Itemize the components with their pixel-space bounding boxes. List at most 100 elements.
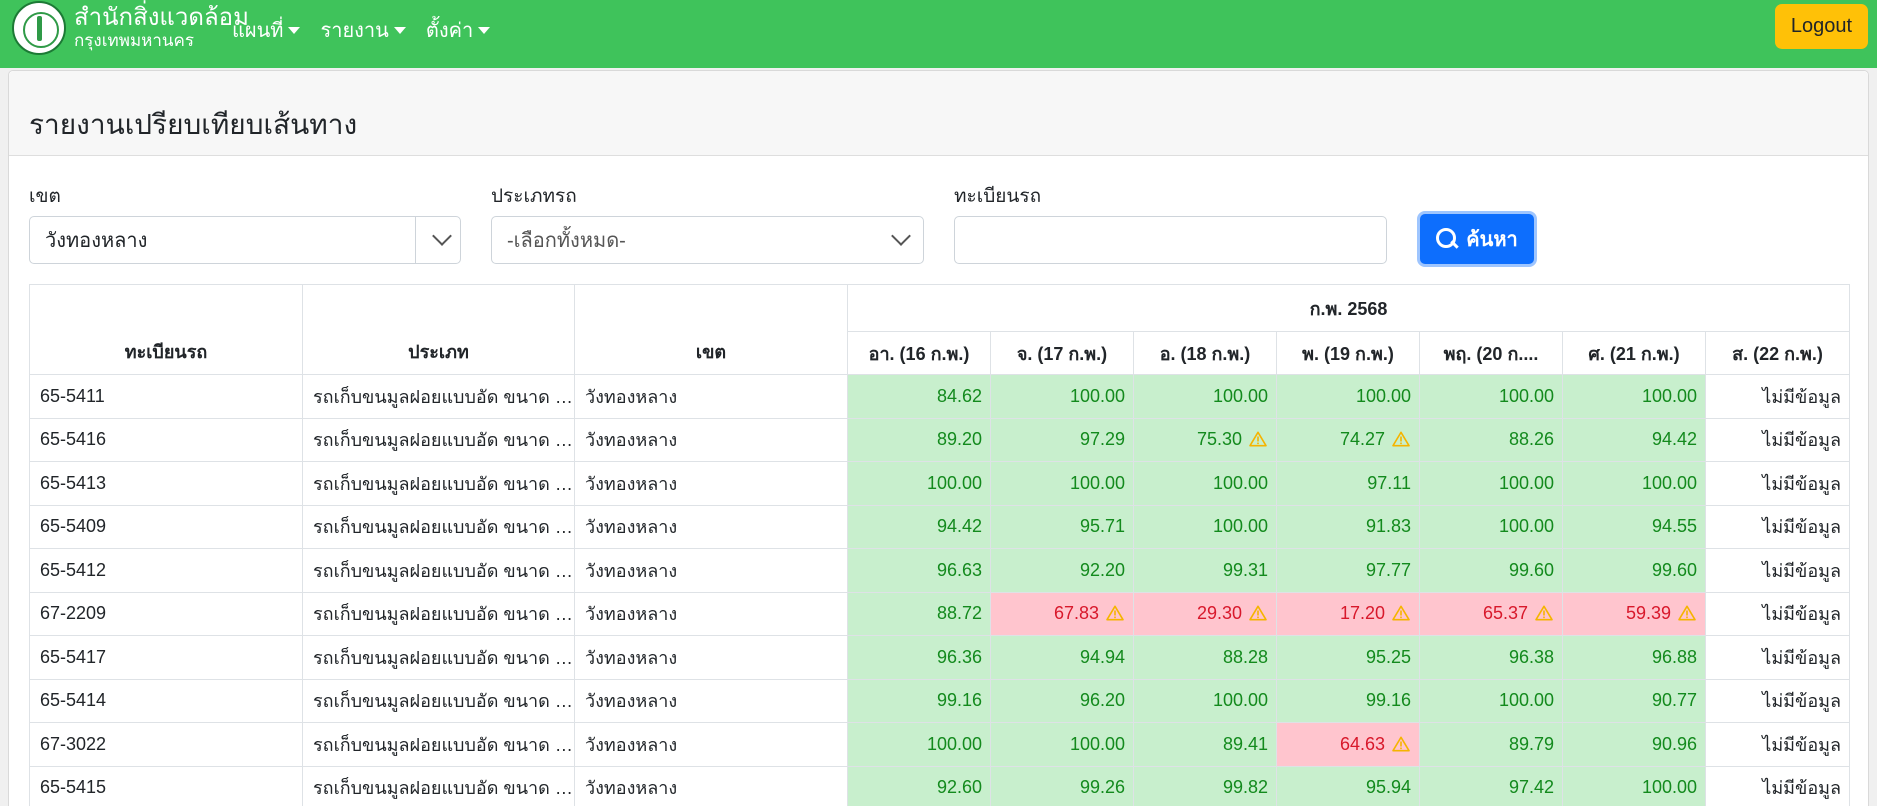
cell-day-value: ไม่มีข้อมูล [1704,678,1851,723]
card-header: รายงานเปรียบเทียบเส้นทาง [9,71,1868,156]
table-row[interactable]: 65-5414 รถเก็บขนมูลฝอยแบบอัด ขนาด 2 ตัน วั… [29,678,1851,723]
cell-type: รถเก็บขนมูลฝอยแบบอัด ขนาด 2 ตัน [302,765,575,806]
cell-type: รถเก็บขนมูลฝอยแบบอัด ขนาด 2 ตัน [302,374,575,419]
cell-plate: 65-5413 [29,461,303,506]
cell-day-value: 100.00 [1419,504,1563,549]
cell-value-text: 29.30 [1196,603,1242,624]
cell-day-value: 59.39 [1562,591,1706,636]
cell-value-text: 67.83 [1053,603,1099,624]
warning-triangle-icon [1392,431,1410,447]
table-row[interactable]: 65-5409 รถเก็บขนมูลฝอยแบบอัด ขนาด 2 ตัน วั… [29,504,1851,549]
table-row[interactable]: 67-3022 รถเก็บขนมูลฝอยแบบอัด ขนาด 2 ตัน วั… [29,722,1851,767]
plate-input[interactable] [954,216,1387,264]
header-day[interactable]: พฤ. (20 ก.... [1419,331,1563,375]
cell-day-value: 94.94 [990,635,1134,680]
cell-day-value: 64.63 [1276,722,1420,767]
cell-value-text: ไม่มีข้อมูล [1762,604,1842,625]
table-row[interactable]: 65-5416 รถเก็บขนมูลฝอยแบบอัด ขนาด 2 ตัน วั… [29,417,1851,462]
table-row[interactable]: 65-5411 รถเก็บขนมูลฝอยแบบอัด ขนาด 2 ตัน วั… [29,374,1851,419]
header-day[interactable]: อา. (16 ก.พ.) [847,331,991,375]
cell-plate: 65-5411 [29,374,303,419]
cell-value-text: ไม่มีข้อมูล [1762,778,1842,799]
search-button-label: ค้นหา [1466,229,1518,251]
warning-triangle-icon [1106,605,1124,621]
cell-value-text: 100.00 [1498,472,1554,493]
cell-value-text: 100.00 [1498,516,1554,537]
cell-value-text: 88.28 [1222,646,1268,667]
table-row[interactable]: 65-5412 รถเก็บขนมูลฝอยแบบอัด ขนาด 2 ตัน วั… [29,548,1851,593]
menu-reports-label: รายงาน [320,20,389,42]
header-day[interactable]: อ. (18 ก.พ.) [1133,331,1277,375]
cell-value-text: 96.63 [936,559,982,580]
cell-value-text: 74.27 [1339,429,1385,450]
cell-plate: 65-5414 [29,678,303,723]
header-day[interactable]: พ. (19 ก.พ.) [1276,331,1420,375]
top-navbar: สำนักสิ่งแวดล้อม กรุงเทพมหานคร แผนที่ รา… [0,0,1877,68]
cell-day-value: 100.00 [1419,678,1563,723]
cell-type: รถเก็บขนมูลฝอยแบบอัด ขนาด 2 ตัน [302,504,575,549]
cell-value-text: 90.77 [1651,690,1697,711]
header-day[interactable]: จ. (17 ก.พ.) [990,331,1134,375]
cell-value-text: 89.20 [936,429,982,450]
bma-logo [12,1,66,55]
cell-day-value: 96.20 [990,678,1134,723]
cell-day-value: ไม่มีข้อมูล [1704,548,1851,593]
table-body: 65-5411 รถเก็บขนมูลฝอยแบบอัด ขนาด 2 ตัน วั… [29,374,1851,806]
header-district[interactable]: เขต [574,284,848,375]
vehicle-type-select-value: -เลือกทั้งหมด- [507,230,626,252]
logout-button[interactable]: Logout [1775,4,1868,49]
district-select[interactable]: วังทองหลาง [29,216,461,264]
cell-day-value: 99.60 [1562,548,1706,593]
brand[interactable]: สำนักสิ่งแวดล้อม กรุงเทพมหานคร [12,0,249,56]
cell-district: วังทองหลาง [574,765,848,806]
cell-district: วังทองหลาง [574,591,848,636]
cell-value-text: 99.60 [1651,559,1697,580]
table-row[interactable]: 65-5417 รถเก็บขนมูลฝอยแบบอัด ขนาด 2 ตัน วั… [29,635,1851,680]
cell-value-text: 75.30 [1196,429,1242,450]
cell-day-value: 100.00 [847,461,991,506]
cell-district: วังทองหลาง [574,678,848,723]
cell-value-text: 92.20 [1079,559,1125,580]
cell-type: รถเก็บขนมูลฝอยแบบอัด ขนาด 2 ตัน [302,722,575,767]
cell-value-text: 88.72 [936,603,982,624]
cell-day-value: 96.88 [1562,635,1706,680]
header-plate[interactable]: ทะเบียนรถ [29,284,303,375]
header-day[interactable]: ส. (22 ก.พ.) [1704,331,1851,375]
header-day[interactable]: ศ. (21 ก.พ.) [1562,331,1706,375]
cell-value-text: 100.00 [1069,733,1125,754]
table-row[interactable]: 65-5413 รถเก็บขนมูลฝอยแบบอัด ขนาด 2 ตัน วั… [29,461,1851,506]
route-comparison-table: ทะเบียนรถ ประเภท เขต ก.พ. 2568 อา. (16 ก… [29,284,1851,806]
vehicle-type-select[interactable]: -เลือกทั้งหมด- [491,216,924,264]
cell-value-text: 97.29 [1079,429,1125,450]
header-type[interactable]: ประเภท [302,284,575,375]
cell-day-value: ไม่มีข้อมูล [1704,504,1851,549]
cell-district: วังทองหลาง [574,417,848,462]
menu-settings[interactable]: ตั้งค่า [426,14,491,46]
cell-value-text: 99.26 [1079,777,1125,798]
cell-value-text: 97.42 [1508,777,1554,798]
cell-value-text: 100.00 [926,733,982,754]
menu-map[interactable]: แผนที่ [232,14,301,46]
cell-day-value: 91.83 [1276,504,1420,549]
cell-day-value: 100.00 [1562,461,1706,506]
cell-day-value: 100.00 [1419,461,1563,506]
cell-day-value: 100.00 [1133,504,1277,549]
cell-value-text: 100.00 [1641,472,1697,493]
cell-day-value: 84.62 [847,374,991,419]
search-button[interactable]: ค้นหา [1417,211,1537,267]
table-row[interactable]: 65-5415 รถเก็บขนมูลฝอยแบบอัด ขนาด 2 ตัน วั… [29,765,1851,806]
cell-day-value: 65.37 [1419,591,1563,636]
brand-title: สำนักสิ่งแวดล้อม [74,4,249,32]
cell-value-text: ไม่มีข้อมูล [1762,473,1842,494]
cell-type: รถเก็บขนมูลฝอยแบบอัด ขนาด 2 ตัน [302,591,575,636]
cell-value-text: 89.41 [1222,733,1268,754]
cell-value-text: 99.31 [1222,559,1268,580]
cell-day-value: 100.00 [1276,374,1420,419]
cell-value-text: 99.82 [1222,777,1268,798]
table-row[interactable]: 67-2209 รถเก็บขนมูลฝอยแบบอัด ขนาด 2 ตัน วั… [29,591,1851,636]
cell-plate: 65-5416 [29,417,303,462]
cell-type: รถเก็บขนมูลฝอยแบบอัด ขนาด 2 ตัน [302,678,575,723]
cell-day-value: 89.20 [847,417,991,462]
menu-reports[interactable]: รายงาน [320,14,406,46]
cell-value-text: 84.62 [936,385,982,406]
